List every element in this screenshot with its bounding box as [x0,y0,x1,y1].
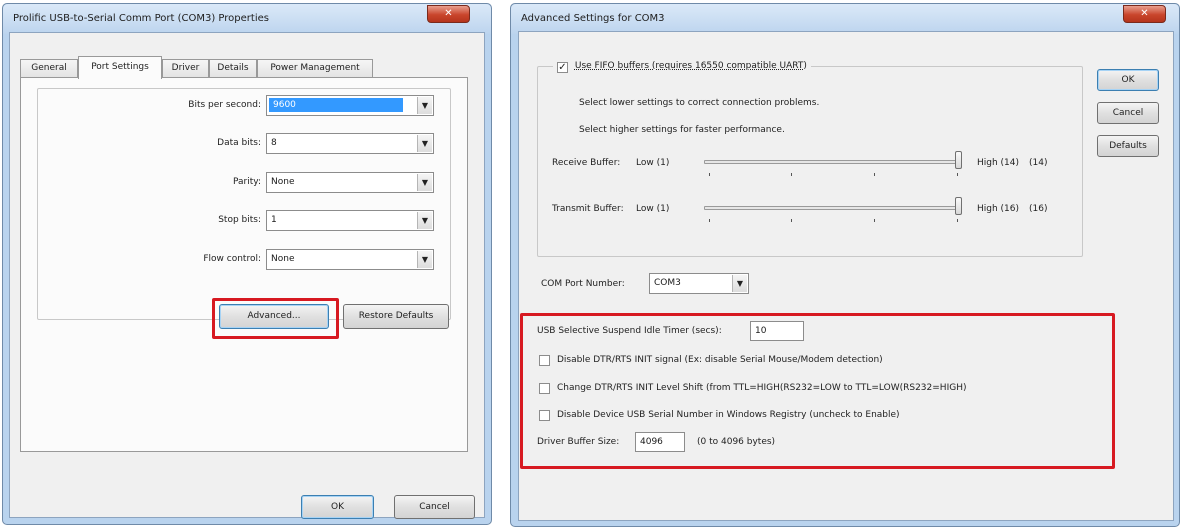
chevron-down-icon[interactable]: ▼ [417,135,432,152]
advanced-settings-dialog: Advanced Settings for COM3 ✕ ✓ Use FIFO … [510,3,1180,527]
flow-control-select[interactable]: None ▼ [266,249,434,270]
driver-buffer-value: 4096 [640,437,663,447]
title-bar[interactable]: Advanced Settings for COM3 ✕ [511,4,1179,34]
fifo-checkbox[interactable]: ✓ [557,62,568,73]
ok-button[interactable]: OK [301,495,374,519]
tick-mark [874,173,875,176]
receive-buffer-thumb[interactable] [955,151,962,169]
driver-buffer-range: (0 to 4096 bytes) [697,437,776,447]
receive-buffer-value: (14) [1029,158,1048,168]
tab-power-management[interactable]: Power Management [257,59,373,78]
dialog-client-area: General Port Settings Driver Details Pow… [9,32,485,519]
receive-buffer-track[interactable] [704,160,956,164]
cancel-button[interactable]: Cancel [1097,102,1159,124]
usb-suspend-value: 10 [755,326,767,336]
tab-details[interactable]: Details [209,59,257,78]
disable-serial-number-checkbox[interactable] [539,410,550,421]
disable-serial-number-label: Disable Device USB Serial Number in Wind… [557,410,900,420]
chevron-down-icon[interactable]: ▼ [417,212,432,229]
ok-button[interactable]: OK [1097,69,1159,91]
chevron-down-icon[interactable]: ▼ [417,251,432,268]
parity-label: Parity: [233,177,261,187]
stop-bits-select[interactable]: 1 ▼ [266,210,434,231]
bits-per-second-select[interactable]: 9600 ▼ [266,95,434,116]
port-settings-panel: Bits per second: 9600 ▼ Data bits: 8 ▼ P… [20,77,468,452]
tick-mark [791,219,792,222]
port-properties-dialog: Prolific USB-to-Serial Comm Port (COM3) … [2,3,492,525]
dialog-client-area: ✓ Use FIFO buffers (requires 16550 compa… [518,31,1174,521]
receive-buffer-label: Receive Buffer: [552,158,621,168]
change-level-shift-label: Change DTR/RTS INIT Level Shift (from TT… [557,383,967,393]
tick-mark [874,219,875,222]
tab-port-settings[interactable]: Port Settings [78,56,162,79]
parity-value: None [271,177,295,187]
usb-suspend-label: USB Selective Suspend Idle Timer (secs): [537,326,722,336]
parity-select[interactable]: None ▼ [266,172,434,193]
transmit-buffer-thumb[interactable] [955,197,962,215]
tick-mark [791,173,792,176]
fifo-legend: ✓ Use FIFO buffers (requires 16550 compa… [553,60,811,74]
receive-buffer-high: High (14) [977,158,1020,168]
data-bits-label: Data bits: [217,138,261,148]
driver-buffer-label: Driver Buffer Size: [537,437,620,447]
defaults-button[interactable]: Defaults [1097,135,1159,157]
transmit-buffer-high: High (16) [977,204,1020,214]
tick-mark [957,173,958,176]
com-port-value: COM3 [654,278,681,288]
fifo-hint-low: Select lower settings to correct connect… [579,98,820,108]
chevron-down-icon[interactable]: ▼ [732,275,747,292]
change-level-shift-checkbox[interactable] [539,383,550,394]
fifo-label: Use FIFO buffers (requires 16550 compati… [574,61,807,71]
stop-bits-value: 1 [271,215,277,225]
transmit-buffer-track[interactable] [704,206,956,210]
tick-mark [709,219,710,222]
driver-buffer-input[interactable]: 4096 [635,432,685,452]
transmit-buffer-low: Low (1) [636,204,670,214]
chevron-down-icon[interactable]: ▼ [417,97,432,114]
restore-defaults-button[interactable]: Restore Defaults [343,304,449,329]
com-port-label: COM Port Number: [541,279,625,289]
flow-control-label: Flow control: [203,254,261,264]
transmit-buffer-value: (16) [1029,204,1048,214]
tick-mark [957,219,958,222]
fifo-hint-high: Select higher settings for faster perfor… [579,125,785,135]
transmit-buffer-label: Transmit Buffer: [552,204,624,214]
bits-per-second-label: Bits per second: [188,100,261,110]
tab-driver[interactable]: Driver [162,59,209,78]
usb-suspend-input[interactable]: 10 [750,321,804,341]
title-bar[interactable]: Prolific USB-to-Serial Comm Port (COM3) … [3,4,491,34]
bits-per-second-value: 9600 [269,98,403,112]
close-button[interactable]: ✕ [427,5,470,23]
data-bits-value: 8 [271,138,277,148]
receive-buffer-low: Low (1) [636,158,670,168]
disable-dtr-rts-label: Disable DTR/RTS INIT signal (Ex: disable… [557,355,883,365]
disable-dtr-rts-checkbox[interactable] [539,355,550,366]
tick-mark [709,173,710,176]
dialog-title: Advanced Settings for COM3 [521,13,665,24]
port-settings-group [37,88,451,320]
close-button[interactable]: ✕ [1123,5,1166,23]
com-port-select[interactable]: COM3 ▼ [649,273,749,294]
dialog-title: Prolific USB-to-Serial Comm Port (COM3) … [13,13,269,24]
chevron-down-icon[interactable]: ▼ [417,174,432,191]
stop-bits-label: Stop bits: [218,215,261,225]
advanced-button[interactable]: Advanced... [219,304,329,329]
data-bits-select[interactable]: 8 ▼ [266,133,434,154]
tab-general[interactable]: General [20,59,78,78]
flow-control-value: None [271,254,295,264]
cancel-button[interactable]: Cancel [394,495,475,519]
